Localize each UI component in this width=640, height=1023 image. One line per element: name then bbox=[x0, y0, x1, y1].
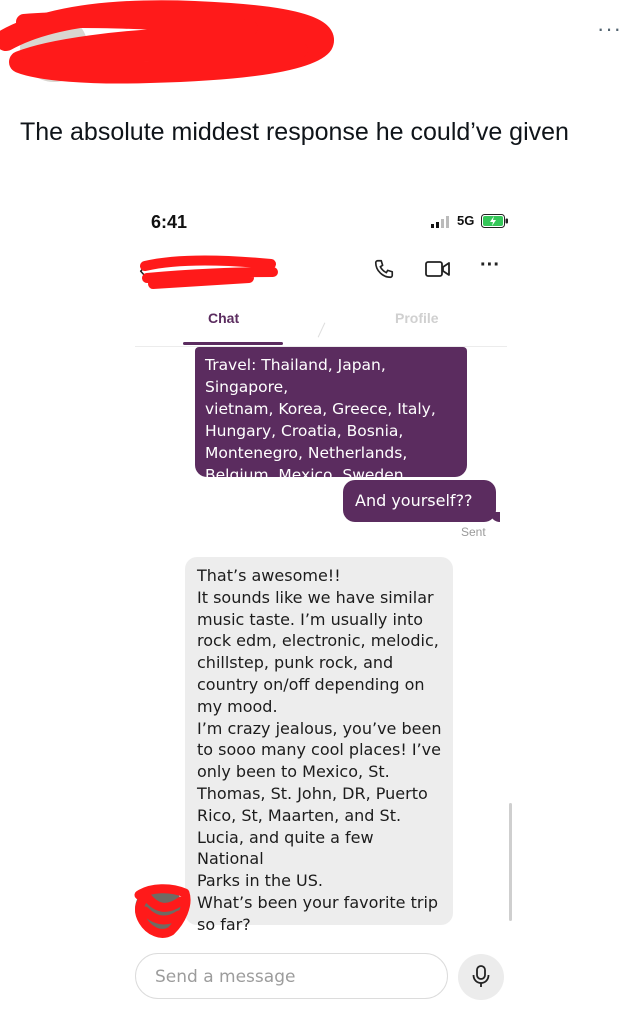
redaction-scribble bbox=[0, 0, 334, 84]
microphone-button[interactable] bbox=[458, 954, 504, 1000]
status-bar: 6:41 5G bbox=[125, 195, 517, 240]
chat-tabs: Chat Profile bbox=[135, 300, 507, 347]
tab-divider bbox=[317, 322, 326, 338]
scrollbar[interactable] bbox=[509, 803, 512, 921]
post-text: The absolute middest response he could’v… bbox=[20, 118, 569, 146]
message-status: Sent bbox=[461, 525, 486, 539]
name-redaction bbox=[140, 255, 278, 289]
message-composer[interactable] bbox=[135, 953, 448, 999]
outgoing-message-text: Travel: Thailand, Japan, Singapore, viet… bbox=[205, 356, 436, 484]
incoming-message[interactable]: That’s awesome!! It sounds like we have … bbox=[185, 557, 453, 934]
chat-screenshot: 6:41 5G ‹ ··· Chat Profile Travel: Thail… bbox=[125, 195, 517, 1023]
options-icon[interactable]: ··· bbox=[480, 254, 500, 277]
microphone-icon bbox=[472, 965, 490, 987]
outgoing-message[interactable]: Travel: Thailand, Japan, Singapore, viet… bbox=[195, 347, 467, 484]
chat-nav-bar: ‹ ··· bbox=[125, 240, 517, 300]
signal-icon bbox=[431, 216, 449, 228]
message-input[interactable] bbox=[153, 966, 437, 988]
post-header: ··· bbox=[0, 0, 640, 100]
video-camera-icon[interactable] bbox=[425, 260, 451, 278]
active-tab-indicator bbox=[183, 342, 283, 345]
status-time: 6:41 bbox=[151, 212, 188, 232]
tab-profile[interactable]: Profile bbox=[395, 310, 439, 326]
avatar-redaction bbox=[134, 884, 191, 938]
phone-icon[interactable] bbox=[373, 258, 395, 280]
more-options-icon[interactable]: ··· bbox=[597, 18, 622, 40]
outgoing-message[interactable]: And yourself?? bbox=[343, 480, 500, 522]
tab-chat[interactable]: Chat bbox=[208, 310, 239, 326]
network-label: 5G bbox=[457, 213, 475, 228]
battery-icon bbox=[481, 214, 508, 228]
